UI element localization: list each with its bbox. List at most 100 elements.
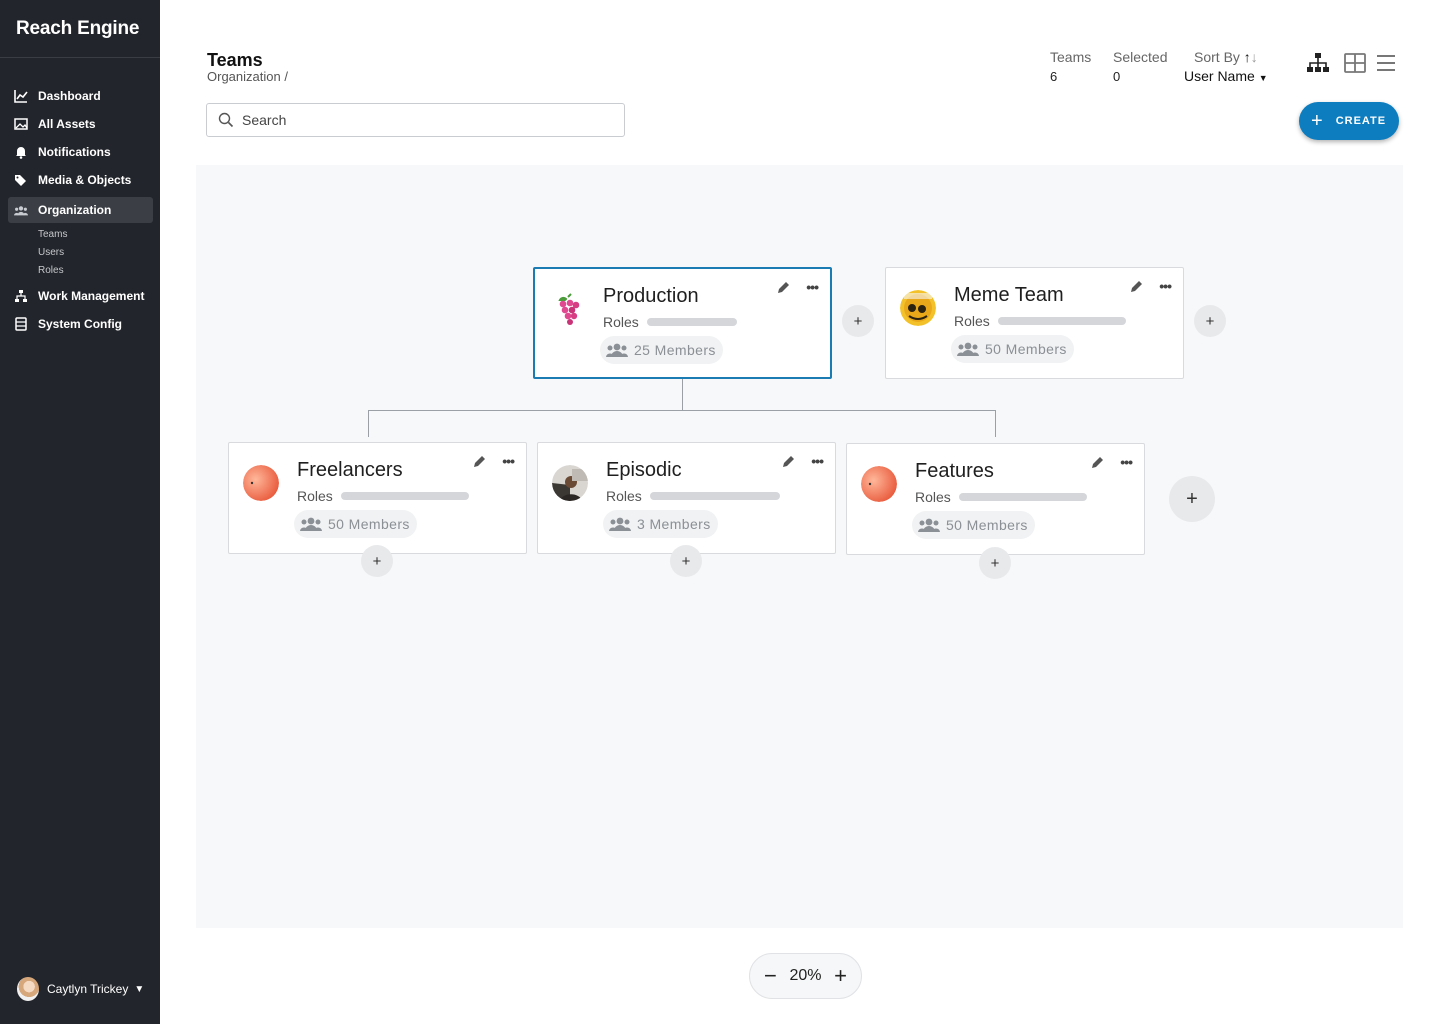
subnav-item-users[interactable]: Users: [0, 244, 160, 262]
sidebar-item-system-config[interactable]: System Config: [0, 310, 160, 338]
members-chip[interactable]: 3 Members: [603, 510, 718, 538]
add-child-button[interactable]: +: [361, 545, 393, 577]
members-chip[interactable]: 25 Members: [600, 336, 723, 364]
organization-subnav: Teams Users Roles: [0, 223, 160, 282]
add-child-button[interactable]: +: [670, 545, 702, 577]
connector-line: [368, 410, 996, 411]
pencil-icon[interactable]: [777, 281, 790, 294]
user-menu[interactable]: Caytlyn Trickey ▼: [17, 977, 144, 1001]
list-view-icon[interactable]: [1375, 52, 1399, 74]
org-chart-canvas[interactable]: Production Roles 25 Members ••• + Meme T…: [196, 165, 1403, 928]
breadcrumb[interactable]: Organization /: [207, 69, 288, 84]
team-card-production[interactable]: Production Roles 25 Members •••: [533, 267, 832, 379]
sidebar-item-work-management[interactable]: Work Management: [0, 282, 160, 310]
sidebar-item-dashboard[interactable]: Dashboard: [0, 82, 160, 110]
add-team-button[interactable]: +: [1169, 476, 1215, 522]
selected-count-stat: Selected 0: [1113, 49, 1167, 84]
team-card-meme-team[interactable]: Meme Team Roles 50 Members •••: [885, 267, 1184, 379]
add-child-button[interactable]: +: [979, 547, 1011, 579]
sidebar-item-label: Organization: [38, 203, 112, 217]
chart-line-icon: [14, 90, 28, 103]
sidebar-item-label: Media & Objects: [38, 173, 132, 187]
users-icon: [609, 517, 631, 531]
grapes-icon: [558, 293, 580, 325]
avatar: [552, 465, 588, 501]
avatar: [861, 466, 897, 502]
pencil-icon[interactable]: [473, 455, 486, 468]
create-label: CREATE: [1335, 115, 1387, 127]
page-title: Teams: [207, 50, 263, 70]
roles-placeholder-bar: [958, 493, 1087, 501]
sort-direction-icon[interactable]: ↑↓: [1244, 49, 1258, 65]
sidebar-item-label: All Assets: [38, 117, 96, 131]
sidebar-item-notifications[interactable]: Notifications: [0, 138, 160, 166]
sort-label: Sort By: [1194, 49, 1240, 65]
more-icon[interactable]: •••: [1159, 278, 1172, 294]
more-icon[interactable]: •••: [806, 279, 819, 295]
zoom-control: − 20% +: [749, 953, 862, 999]
teams-count-label: Teams: [1050, 49, 1092, 65]
sort-select[interactable]: User Name ▼: [1184, 68, 1268, 84]
bell-icon: [16, 147, 26, 159]
roles-label: Roles: [915, 489, 951, 505]
team-card-features[interactable]: Features Roles 50 Members •••: [846, 443, 1145, 555]
team-name: Episodic: [606, 459, 682, 481]
org-chart-view-icon[interactable]: [1306, 52, 1330, 74]
users-icon: [957, 342, 979, 356]
brand-logo: Reach Engine: [0, 0, 160, 58]
users-icon: [14, 206, 28, 216]
members-chip[interactable]: 50 Members: [912, 511, 1035, 539]
zoom-level: 20%: [789, 967, 822, 984]
users-icon: [300, 517, 322, 531]
members-chip[interactable]: 50 Members: [294, 510, 417, 538]
avatar: [243, 465, 279, 501]
pencil-icon[interactable]: [782, 455, 795, 468]
teams-count-value: 6: [1050, 69, 1058, 84]
search-icon: [218, 112, 234, 128]
more-icon[interactable]: •••: [811, 453, 824, 469]
roles-label: Roles: [297, 488, 333, 504]
caret-down-icon: ▼: [134, 983, 145, 995]
user-name: Caytlyn Trickey: [47, 982, 129, 996]
team-name: Freelancers: [297, 459, 403, 481]
sidebar-item-label: System Config: [38, 317, 123, 331]
team-name: Features: [915, 460, 994, 482]
grid-view-icon[interactable]: [1343, 52, 1367, 74]
team-name: Meme Team: [954, 284, 1064, 306]
roles-label: Roles: [606, 488, 642, 504]
connector-line: [995, 410, 996, 437]
team-card-episodic[interactable]: Episodic Roles 3 Members •••: [537, 442, 836, 554]
image-icon: [14, 118, 28, 130]
roles-label: Roles: [954, 313, 990, 329]
team-card-freelancers[interactable]: Freelancers Roles 50 Members •••: [228, 442, 527, 554]
roles-placeholder-bar: [649, 492, 780, 500]
zoom-out-button[interactable]: −: [764, 965, 777, 987]
avatar: [17, 977, 39, 1001]
search-box: [206, 103, 625, 137]
create-button[interactable]: + CREATE: [1299, 102, 1399, 140]
sidebar-item-organization[interactable]: Organization: [8, 197, 153, 223]
team-roles: Roles: [297, 488, 469, 504]
more-icon[interactable]: •••: [1120, 454, 1133, 470]
connector-line: [368, 410, 369, 437]
sidebar-item-media-objects[interactable]: Media & Objects: [0, 166, 160, 194]
subnav-item-teams[interactable]: Teams: [0, 226, 160, 244]
zoom-in-button[interactable]: +: [834, 965, 847, 987]
add-sibling-button[interactable]: +: [1194, 305, 1226, 337]
roles-placeholder-bar: [646, 318, 737, 326]
search-input[interactable]: [242, 112, 602, 128]
tags-icon: [15, 175, 26, 186]
roles-label: Roles: [603, 314, 639, 330]
sidebar-item-all-assets[interactable]: All Assets: [0, 110, 160, 138]
subnav-item-roles[interactable]: Roles: [0, 262, 160, 280]
pencil-icon[interactable]: [1091, 456, 1104, 469]
add-sibling-button[interactable]: +: [842, 305, 874, 337]
team-roles: Roles: [954, 313, 1126, 329]
pencil-icon[interactable]: [1130, 280, 1143, 293]
more-icon[interactable]: •••: [502, 453, 515, 469]
members-count: 50 Members: [985, 341, 1067, 357]
caret-down-icon: ▼: [1258, 73, 1268, 83]
selected-count-label: Selected: [1113, 49, 1168, 65]
members-chip[interactable]: 50 Members: [951, 335, 1074, 363]
members-count: 50 Members: [328, 516, 410, 532]
